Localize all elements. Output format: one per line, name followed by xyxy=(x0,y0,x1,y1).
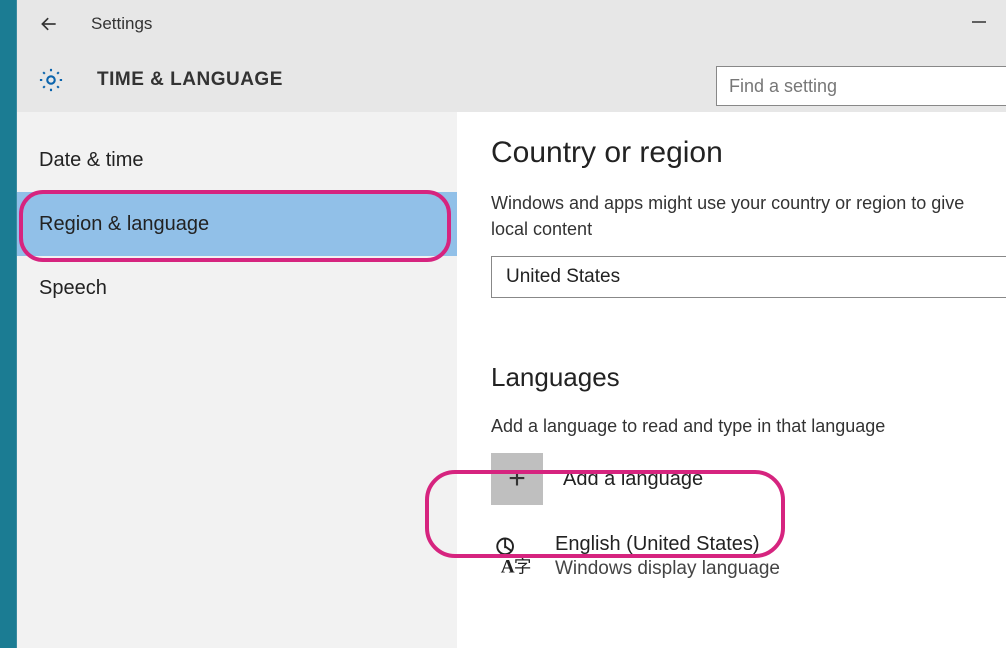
search-container xyxy=(716,66,1006,106)
sidebar-item-region-language[interactable]: Region & language xyxy=(17,192,457,256)
app-title: Settings xyxy=(91,14,152,34)
sidebar-item-speech[interactable]: Speech xyxy=(17,256,457,320)
country-dropdown-value: United States xyxy=(506,266,620,288)
svg-text:字: 字 xyxy=(514,557,532,577)
titlebar: Settings xyxy=(17,0,1006,48)
add-language-button[interactable]: + Add a language xyxy=(491,453,703,505)
language-name: English (United States) xyxy=(555,533,780,556)
settings-window: Settings TIME & LANGUAGE Date & time R xyxy=(16,0,1006,648)
language-subtitle: Windows display language xyxy=(555,558,780,580)
sidebar-item-label: Speech xyxy=(39,277,107,300)
sidebar-item-date-time[interactable]: Date & time xyxy=(17,128,457,192)
body: Date & time Region & language Speech Cou… xyxy=(17,112,1006,648)
language-item[interactable]: A 字 English (United States) Windows disp… xyxy=(491,533,1006,580)
minimize-icon xyxy=(972,15,986,29)
add-language-label: Add a language xyxy=(563,468,703,491)
header: Settings TIME & LANGUAGE xyxy=(17,0,1006,112)
languages-heading: Languages xyxy=(491,362,1006,393)
content: Country or region Windows and apps might… xyxy=(457,112,1006,648)
svg-text:A: A xyxy=(501,557,515,577)
languages-description: Add a language to read and type in that … xyxy=(491,413,1006,439)
back-button[interactable] xyxy=(35,10,63,38)
country-description: Windows and apps might use your country … xyxy=(491,190,1006,242)
gear-icon xyxy=(37,66,65,94)
plus-icon: + xyxy=(491,453,543,505)
country-dropdown[interactable]: United States xyxy=(491,256,1006,298)
country-heading: Country or region xyxy=(491,136,1006,170)
language-ime-icon: A 字 xyxy=(491,533,535,577)
back-arrow-icon xyxy=(39,14,59,34)
section-title: TIME & LANGUAGE xyxy=(97,69,283,91)
minimize-button[interactable] xyxy=(972,12,986,35)
sidebar-item-label: Date & time xyxy=(39,149,143,172)
sidebar-item-label: Region & language xyxy=(39,213,209,236)
sidebar: Date & time Region & language Speech xyxy=(17,112,457,648)
search-input[interactable] xyxy=(716,66,1006,106)
language-item-text: English (United States) Windows display … xyxy=(555,533,780,580)
